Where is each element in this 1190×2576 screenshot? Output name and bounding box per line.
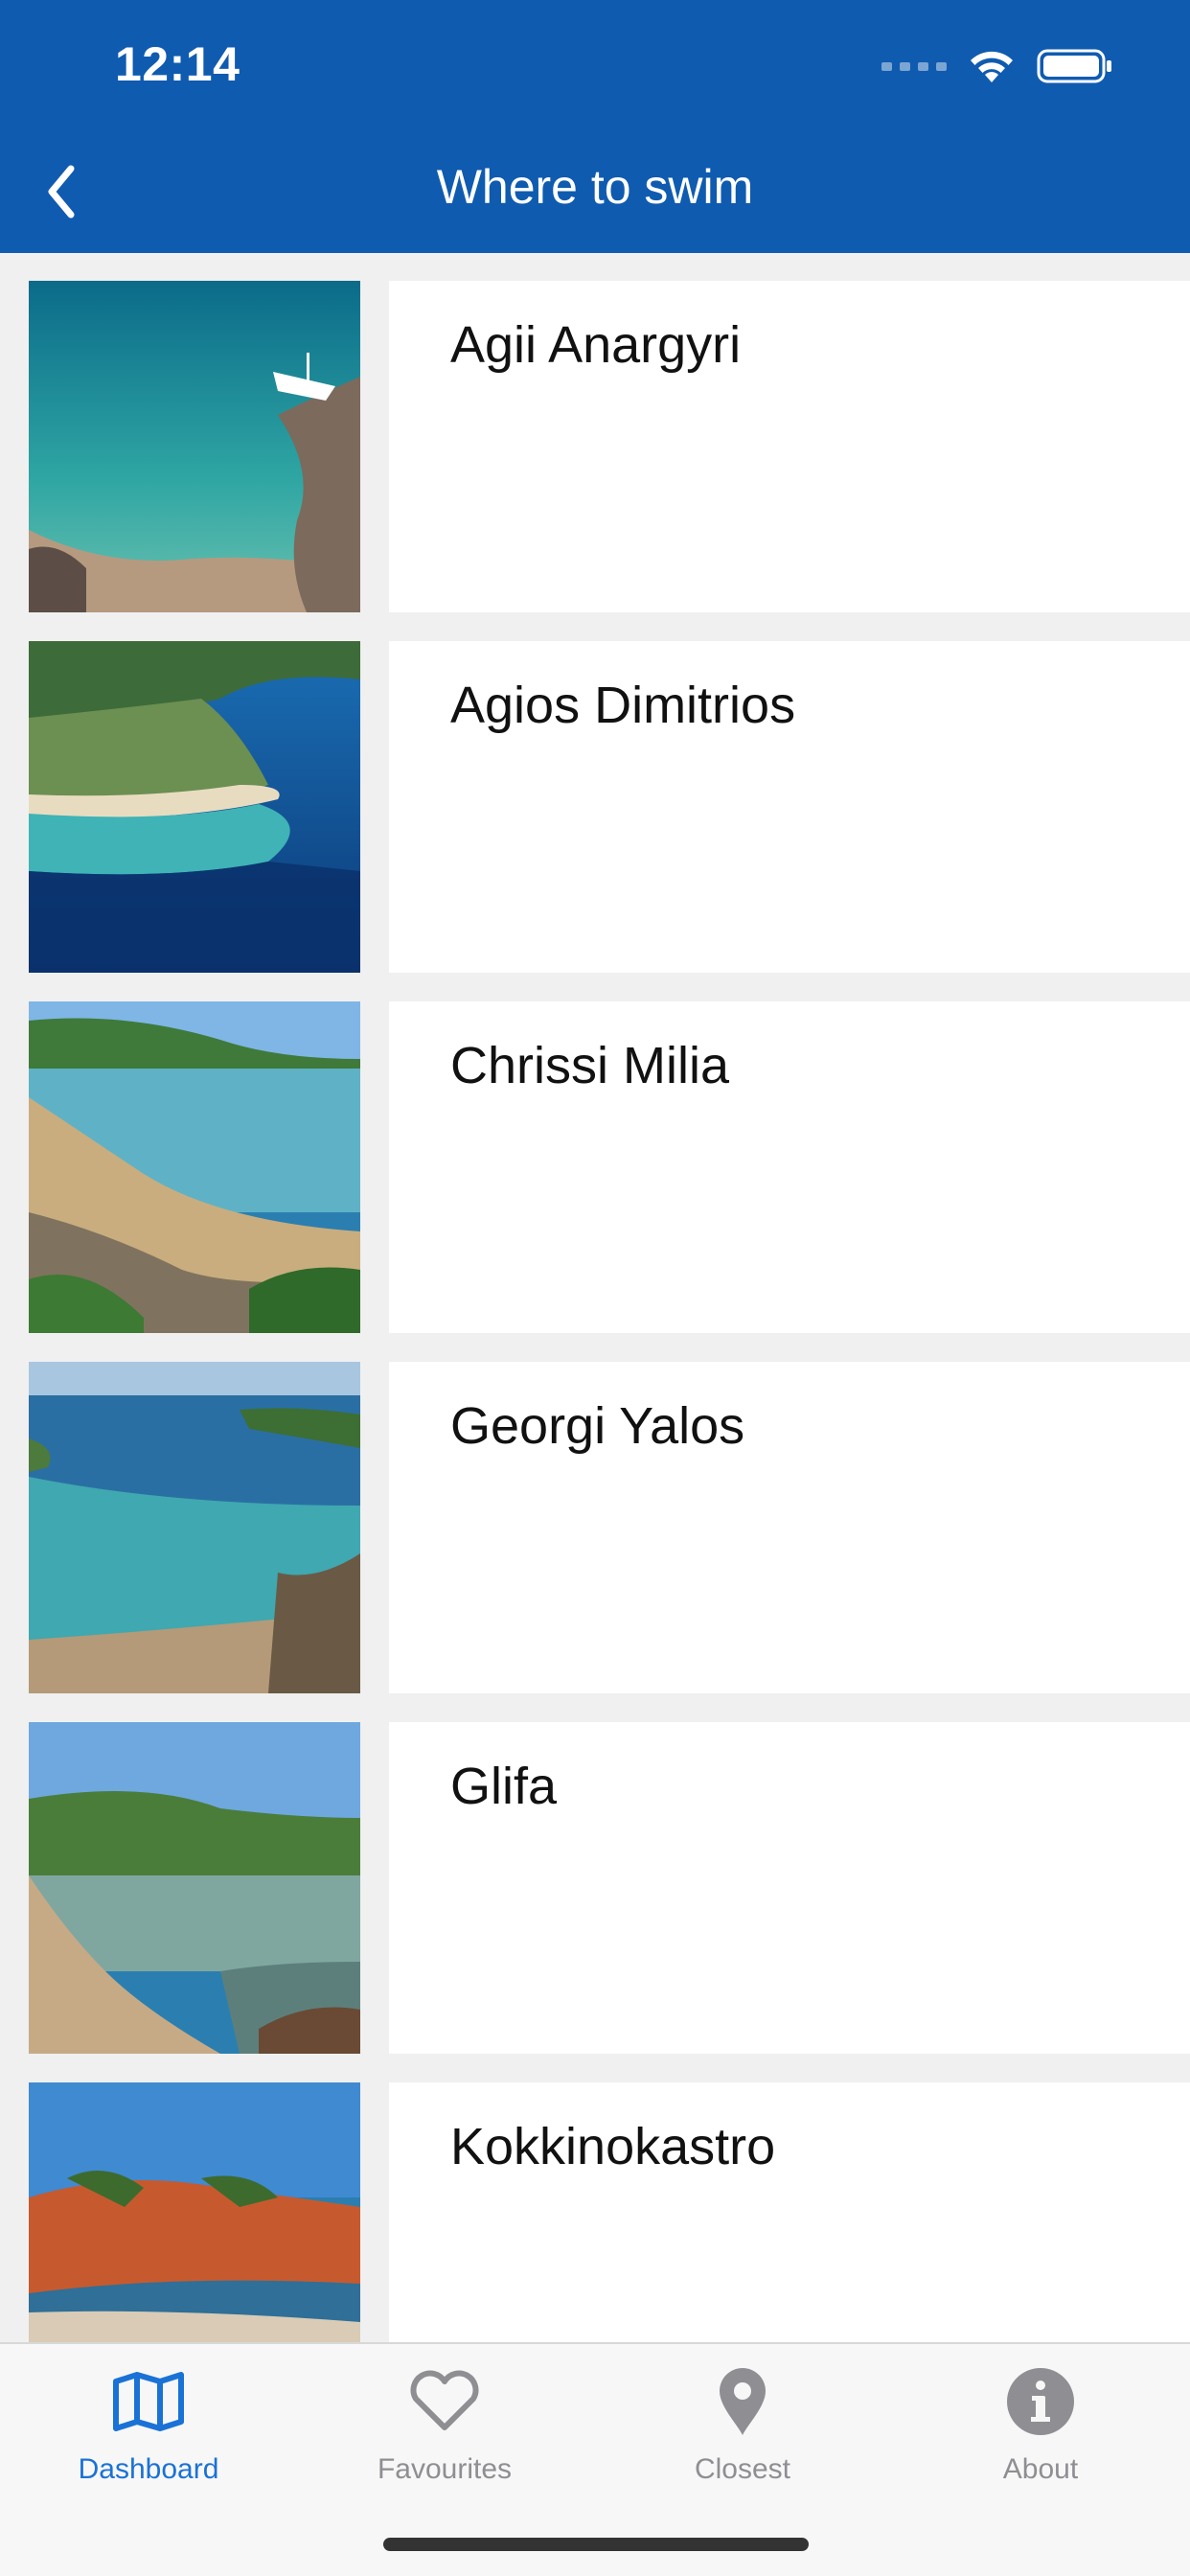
beach-card[interactable]: Chrissi Milia [389,1001,1190,1333]
beach-name: Glifa [450,1758,558,1815]
wifi-icon [968,48,1016,84]
home-indicator [383,2538,809,2551]
tab-about[interactable]: About [926,2363,1156,2507]
beach-name: Chrissi Milia [450,1037,730,1094]
info-icon [1007,2368,1074,2435]
tab-closest[interactable]: Closest [628,2363,858,2507]
status-icons [881,42,1113,90]
list-item[interactable]: Georgi Yalos [0,1362,1190,1693]
beach-card[interactable]: Georgi Yalos [389,1362,1190,1693]
beach-name: Agios Dimitrios [450,677,796,734]
beach-photo [29,2082,360,2342]
tab-favourites[interactable]: Favourites [330,2363,560,2507]
list-item[interactable]: Glifa [0,1722,1190,2054]
beach-photo [29,641,360,973]
list-item[interactable]: Agii Anargyri [0,281,1190,612]
heart-icon [410,2370,479,2430]
list-item[interactable]: Chrissi Milia [0,1001,1190,1333]
location-pin-icon [720,2368,766,2435]
battery-icon [1037,48,1113,84]
beach-name: Georgi Yalos [450,1397,745,1455]
beach-photo [29,281,360,612]
beach-card[interactable]: Agii Anargyri [389,281,1190,612]
tab-dashboard[interactable]: Dashboard [34,2363,263,2507]
tab-label: Favourites [377,2453,513,2485]
beach-photo [29,1722,360,2054]
beach-card[interactable]: Agios Dimitrios [389,641,1190,973]
status-time: 12:14 [115,37,240,91]
list-item[interactable]: Agios Dimitrios [0,641,1190,973]
beach-name: Kokkinokastro [450,2118,776,2175]
tab-label: Closest [694,2453,791,2485]
beach-list: Agii Anargyri Agios Dimitrios Chrissi Mi… [0,253,1190,2342]
beach-photo [29,1001,360,1333]
header: 12:14 Where to swim [0,0,1190,253]
page-title: Where to swim [436,160,754,214]
beach-card[interactable]: Glifa [389,1722,1190,2054]
cellular-signal-icon [881,61,947,71]
map-icon [113,2372,184,2431]
tab-label: Dashboard [78,2453,219,2485]
beach-name: Agii Anargyri [450,316,742,374]
app-screen: 12:14 Where to swim Agii Anargyri Agios … [0,0,1190,2576]
beach-card[interactable]: Kokkinokastro [389,2082,1190,2342]
beach-photo [29,1362,360,1693]
list-item[interactable]: Kokkinokastro [0,2082,1190,2342]
tab-label: About [1002,2453,1079,2485]
